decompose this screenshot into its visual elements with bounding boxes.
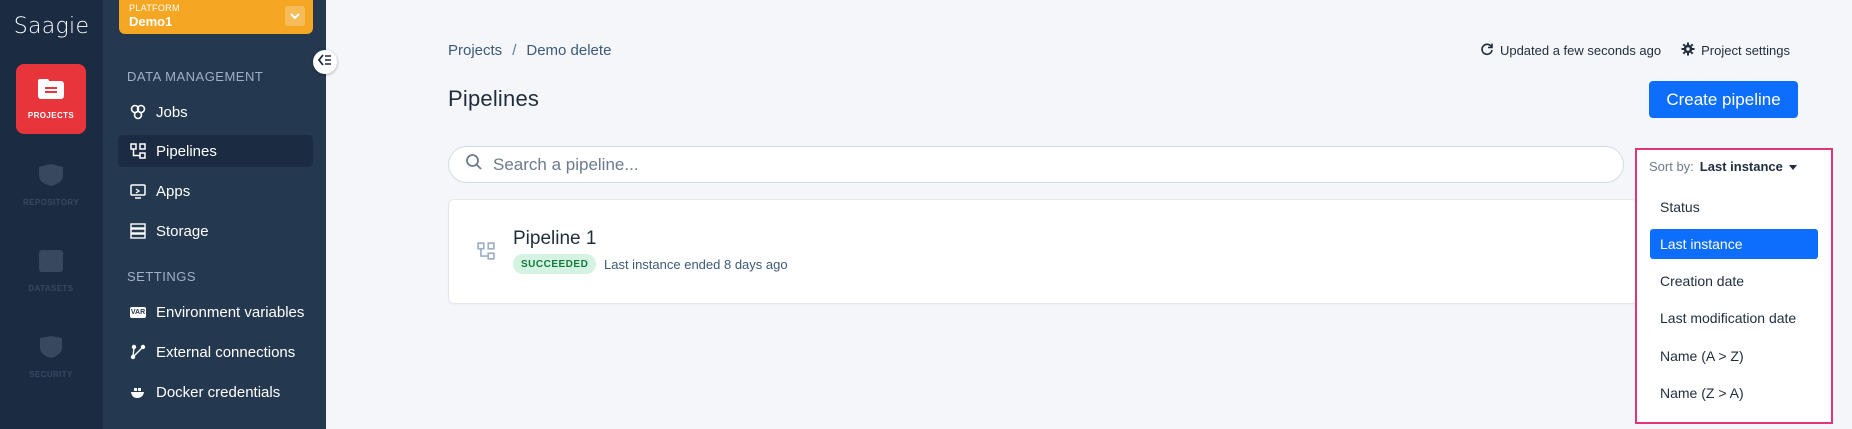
search-input[interactable] [493,154,1536,175]
status-badge: SUCCEEDED [513,254,597,274]
sort-toggle[interactable]: Sort by: Last instance [1649,159,1797,174]
sort-value: Last instance [1699,159,1783,174]
sort-option-name-desc[interactable]: Name (Z > A) [1650,378,1818,408]
sort-label: Sort by: [1649,159,1694,174]
sort-option-name-asc[interactable]: Name (A > Z) [1650,341,1818,371]
breadcrumb: Projects / Demo delete [448,42,611,59]
jobs-icon [130,104,146,120]
rail-projects-button[interactable]: PROJECTS [16,64,86,134]
page-title: Pipelines [448,86,540,111]
var-icon: VAR [129,306,147,318]
platform-label: PLATFORM [129,3,180,13]
create-pipeline-button[interactable]: Create pipeline [1649,81,1798,118]
chevron-down-icon[interactable] [285,6,305,26]
collapse-icon [317,53,332,71]
search-bar [448,146,1624,183]
sidebar-item-external-connections[interactable]: External connections [118,336,313,368]
sort-option-creation-date[interactable]: Creation date [1650,266,1818,296]
rail-repository-label: REPOSITORY [22,198,79,207]
sidebar-item-label: Docker credentials [156,383,281,401]
sidebar-item-label: Apps [156,182,191,200]
sidebar-item-label: Jobs [156,103,188,121]
sidebar-item-environment-variables[interactable]: VAR Environment variables [118,296,313,328]
pipeline-icon [477,242,495,265]
sidebar-item-label: Pipelines [156,142,217,160]
rail-security-label: SECURITY [29,370,73,379]
breadcrumb-current[interactable]: Demo delete [526,42,611,59]
header-actions: Updated a few seconds ago Project settin… [1480,42,1790,59]
pipeline-card[interactable]: Pipeline 1 SUCCEEDED Last instance ended… [448,199,1638,304]
pipeline-meta: Last instance ended 8 days ago [604,257,788,272]
sidebar-item-storage[interactable]: Storage [118,215,313,247]
pipeline-name[interactable]: Pipeline 1 [513,228,596,250]
settings-title: SETTINGS [127,269,197,284]
sort-option-last-instance[interactable]: Last instance [1650,229,1818,259]
app-logo[interactable]: Saagie [0,14,103,39]
gear-icon [1681,42,1695,59]
sidebar-item-apps[interactable]: Apps [118,175,313,207]
storage-icon [130,223,146,239]
updated-text: Updated a few seconds ago [1499,43,1662,58]
app-rail: Saagie PROJECTS REPOSITORY DATASETS SECU… [0,0,103,429]
project-sidebar: PLATFORM Demo1 DATA MANAGEMENT Jobs Pipe… [103,0,326,429]
data-management-title: DATA MANAGEMENT [127,69,264,84]
datasets-icon [37,249,65,278]
refresh-status[interactable]: Updated a few seconds ago [1480,42,1661,59]
collapse-sidebar-button[interactable] [313,50,337,74]
rail-security-button[interactable]: SECURITY [16,322,86,392]
rail-projects-label: PROJECTS [27,111,75,120]
platform-name: Demo1 [129,14,173,29]
breadcrumb-separator: / [512,42,517,59]
rail-repository-button[interactable]: REPOSITORY [16,150,86,220]
search-icon [465,153,483,176]
sidebar-item-jobs[interactable]: Jobs [118,96,313,128]
project-settings-link[interactable]: Project settings [1681,42,1790,59]
sidebar-item-label: Environment variables [156,303,305,321]
sort-option-status[interactable]: Status [1650,192,1818,222]
projects-icon [37,78,65,105]
rail-datasets-button[interactable]: DATASETS [16,236,86,306]
sidebar-item-label: Storage [156,222,209,240]
apps-icon [130,183,146,199]
repository-icon [36,163,66,192]
docker-icon [130,384,146,400]
sidebar-item-label: External connections [156,343,296,361]
connections-icon [130,344,146,360]
pipelines-icon [130,143,146,159]
project-settings-label: Project settings [1701,43,1790,58]
rail-datasets-label: DATASETS [28,284,74,293]
sort-option-last-modification-date[interactable]: Last modification date [1650,303,1818,333]
breadcrumb-projects-link[interactable]: Projects [448,42,502,59]
sidebar-item-pipelines[interactable]: Pipelines [118,135,313,167]
sidebar-item-docker-credentials[interactable]: Docker credentials [118,376,313,408]
platform-selector[interactable]: PLATFORM Demo1 [119,0,313,34]
sort-dropdown: Sort by: Last instance Status Last insta… [1635,148,1833,424]
caret-down-icon [1788,159,1797,174]
security-icon [37,335,65,364]
refresh-icon [1480,42,1494,59]
